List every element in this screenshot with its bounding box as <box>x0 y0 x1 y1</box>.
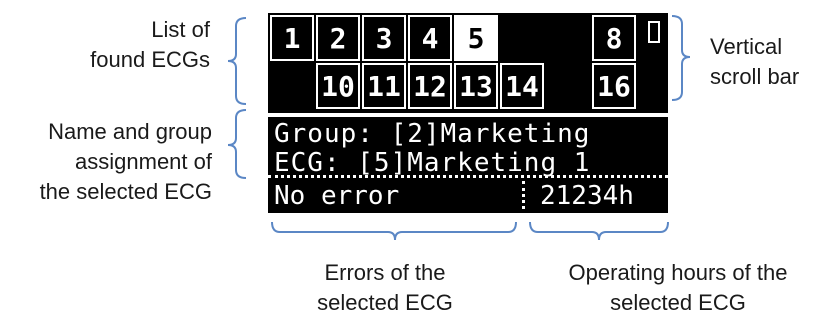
ecg-slot[interactable]: 5 <box>454 15 498 61</box>
ecg-slot[interactable]: 4 <box>408 15 452 61</box>
brace-name <box>227 109 247 179</box>
status-divider <box>268 175 668 178</box>
ecg-slot[interactable]: 14 <box>500 63 544 109</box>
ecg-list-grid: 1 2 3 4 5 8 10 11 12 13 14 16 <box>270 15 640 111</box>
error-status: No error <box>274 181 400 211</box>
ecg-slot[interactable]: 1 <box>270 15 314 61</box>
status-separator <box>522 181 525 209</box>
brace-scroll <box>671 15 691 101</box>
ecg-slot-empty[interactable] <box>270 63 314 109</box>
ecg-slot[interactable]: 3 <box>362 15 406 61</box>
ecg-slot[interactable]: 10 <box>316 63 360 109</box>
ecg-slot[interactable]: 16 <box>592 63 636 109</box>
ecg-slot[interactable]: 8 <box>592 15 636 61</box>
ecg-slot-empty[interactable] <box>500 15 544 61</box>
vertical-scroll-thumb[interactable] <box>648 21 660 43</box>
ecg-slot[interactable]: 11 <box>362 63 406 109</box>
ecg-slot[interactable]: 2 <box>316 15 360 61</box>
brace-list <box>227 17 247 105</box>
lcd-display: 1 2 3 4 5 8 10 11 12 13 14 16 Group: [2]Marketing E… <box>268 13 668 213</box>
brace-hours <box>529 221 669 241</box>
brace-errors <box>271 221 517 241</box>
ecg-slot-empty[interactable] <box>546 63 590 109</box>
ecg-slot[interactable]: 12 <box>408 63 452 109</box>
ecg-slot-empty[interactable] <box>546 15 590 61</box>
ecg-slot[interactable]: 13 <box>454 63 498 109</box>
operating-hours: 21234h <box>540 181 634 211</box>
